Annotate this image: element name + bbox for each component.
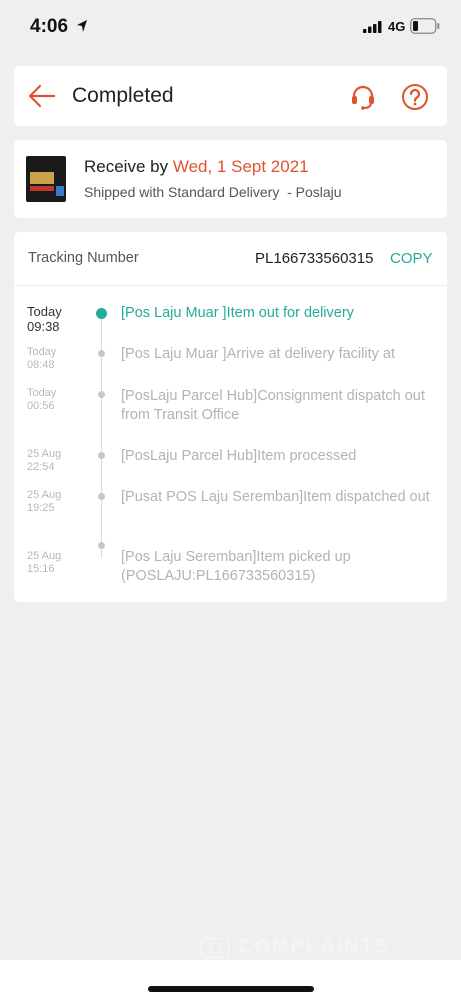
page-title: Completed	[72, 84, 174, 107]
timeline-dot	[98, 542, 105, 549]
timeline-line	[101, 312, 102, 558]
status-bar: 4:06 4G	[0, 0, 461, 56]
battery-icon	[410, 18, 440, 34]
receive-by-line: Receive by Wed, 1 Sept 2021	[84, 157, 309, 177]
back-arrow-icon[interactable]	[28, 82, 56, 110]
timeline-dot	[98, 452, 105, 459]
location-arrow-icon	[77, 20, 87, 32]
home-indicator[interactable]	[148, 986, 314, 992]
event-description: [Pos Laju Seremban]Item picked up (POSLA…	[121, 549, 351, 584]
watermark-text: COMPLAINTS	[238, 936, 391, 958]
home-area	[0, 960, 461, 1000]
help-icon[interactable]	[400, 82, 430, 112]
event-description: [Pusat POS Laju Seremban]Item dispatched…	[121, 489, 430, 505]
signal-icon	[363, 21, 382, 33]
timeline-dot	[98, 350, 105, 357]
event-date: 25 Aug 22:54	[27, 448, 62, 473]
event-description: [Pos Laju Muar ]Item out for delivery	[121, 305, 354, 321]
event-description: [PosLaju Parcel Hub]Item processed	[121, 448, 357, 464]
event-date: Today 00:56	[27, 387, 57, 412]
tracking-header: Tracking Number PL166733560315 COPY	[14, 232, 447, 286]
event-date: Today 08:48	[27, 346, 57, 371]
header-bar: Completed	[14, 66, 447, 126]
event-date: Today 09:38	[27, 304, 62, 334]
receive-date: Wed, 1 Sept 2021	[172, 157, 309, 176]
headset-icon[interactable]	[348, 82, 378, 112]
timeline-dot	[98, 391, 105, 398]
network-type: 4G	[388, 19, 406, 34]
event-date: 25 Aug 19:25	[27, 489, 62, 514]
event-description: [PosLaju Parcel Hub]Consignment dispatch…	[121, 388, 425, 423]
receive-by-label: Receive by	[84, 157, 173, 176]
timeline-dot	[98, 493, 105, 500]
timeline-dot-active	[96, 308, 107, 319]
watermark: COMPLAINTS	[200, 936, 420, 960]
delivery-card[interactable]: Receive by Wed, 1 Sept 2021 Shipped with…	[14, 140, 447, 218]
tracking-number-label: Tracking Number	[28, 250, 139, 266]
shipping-method: Shipped with Standard Delivery - Poslaju	[84, 184, 342, 200]
copy-button[interactable]: COPY	[390, 250, 433, 267]
status-time: 4:06	[30, 16, 69, 37]
product-thumbnail	[26, 156, 66, 202]
watermark-logo-icon	[200, 937, 230, 959]
event-date: 25 Aug 15:16	[27, 550, 62, 575]
tracking-number: PL166733560315	[255, 250, 374, 267]
tracking-card: Tracking Number PL166733560315 COPY Toda…	[14, 232, 447, 602]
event-description: [Pos Laju Muar ]Arrive at delivery facil…	[121, 346, 395, 362]
